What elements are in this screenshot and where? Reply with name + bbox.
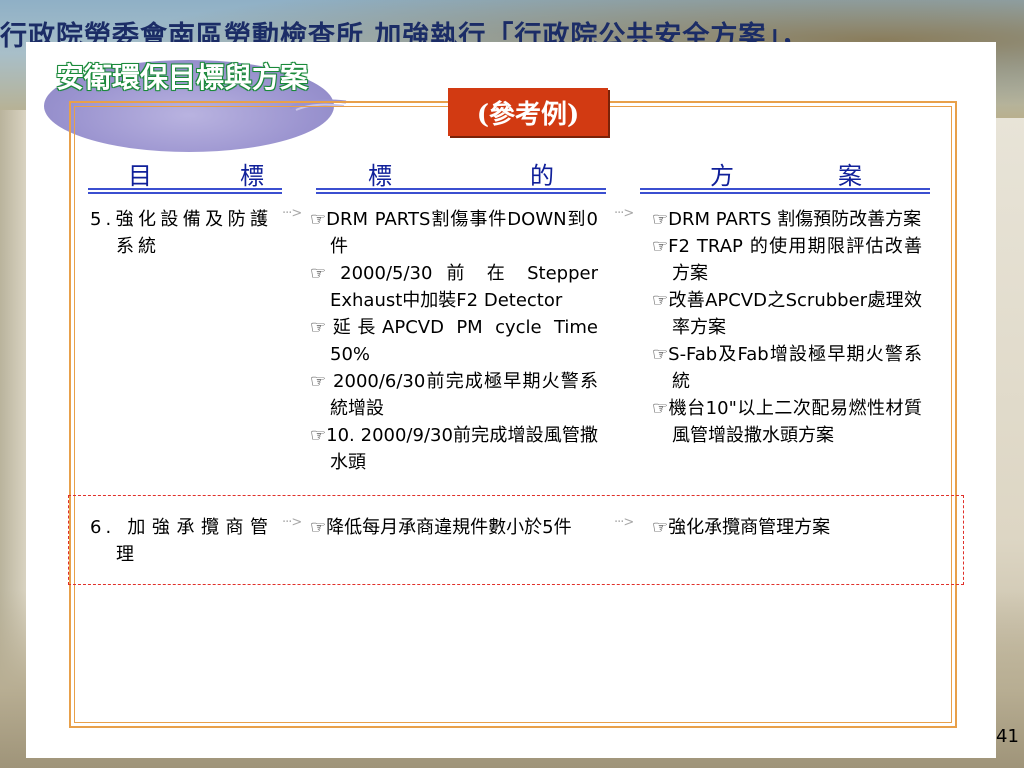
plan-item: ☞改善APCVD之Scrubber處理效率方案 (652, 290, 922, 338)
column-rule-goal (88, 188, 282, 194)
target-cell-row-1: ☞DRM PARTS割傷事件DOWN到0件 ☞ 2000/5/30 前 在 St… (310, 206, 598, 476)
slide-title: 安衛環保目標與方案 (56, 61, 309, 94)
goal-cell-row-2: 6. 加強承攬商管理 (90, 514, 272, 568)
column-header-plan-char-1: 方 (710, 162, 734, 190)
target-item: ☞ 2000/5/30 前 在 Stepper Exhaust中加裝F2 Det… (310, 263, 598, 311)
arrow-target-to-plan-row-1: ···> (614, 206, 634, 221)
column-header-goal-char-2: 標 (240, 162, 264, 190)
target-item: ☞降低每月承商違規件數小於5件 (310, 517, 572, 538)
plan-cell-row-1: ☞DRM PARTS 割傷預防改善方案 ☞F2 TRAP 的使用期限評估改善方案… (652, 206, 922, 449)
plan-item: ☞F2 TRAP 的使用期限評估改善方案 (652, 236, 922, 284)
column-rule-plan (640, 188, 930, 194)
target-item: ☞延長APCVD PM cycle Time 50% (310, 317, 598, 365)
page-number: 41 (996, 726, 1019, 747)
target-item: ☞ 2000/6/30前完成極早期火警系統增設 (310, 371, 598, 419)
goal-text: 5.強化設備及防護系統 (90, 209, 272, 257)
plan-item: ☞機台10"以上二次配易燃性材質風管增設撒水頭方案 (652, 398, 922, 446)
column-header-goal-char-1: 目 (128, 162, 152, 190)
target-item: ☞10. 2000/9/30前完成增設風管撒水頭 (310, 425, 598, 473)
target-cell-row-2: ☞降低每月承商違規件數小於5件 (310, 514, 598, 541)
column-header-plan-char-2: 案 (838, 162, 862, 190)
column-header-target-char-1: 標 (368, 162, 392, 190)
column-rule-target (316, 188, 606, 194)
arrow-goal-to-target-row-1: ···> (282, 206, 302, 221)
column-header-plan: 方 案 (710, 156, 862, 190)
reference-example-badge: (參考例) (448, 88, 608, 136)
plan-cell-row-2: ☞強化承攬商管理方案 (652, 514, 922, 541)
plan-item: ☞S-Fab及Fab增設極早期火警系統 (652, 344, 922, 392)
arrow-goal-to-target-row-2: ···> (282, 515, 302, 530)
plan-item: ☞強化承攬商管理方案 (652, 517, 831, 538)
column-header-goal: 目 標 (128, 156, 264, 190)
column-header-target-char-2: 的 (530, 162, 554, 190)
target-item: ☞DRM PARTS割傷事件DOWN到0件 (310, 209, 598, 257)
plan-item: ☞DRM PARTS 割傷預防改善方案 (652, 209, 922, 230)
goal-text: 6. 加強承攬商管理 (90, 517, 272, 565)
arrow-target-to-plan-row-2: ···> (614, 515, 634, 530)
goal-cell-row-1: 5.強化設備及防護系統 (90, 206, 272, 260)
column-header-target: 標 的 (368, 156, 554, 190)
